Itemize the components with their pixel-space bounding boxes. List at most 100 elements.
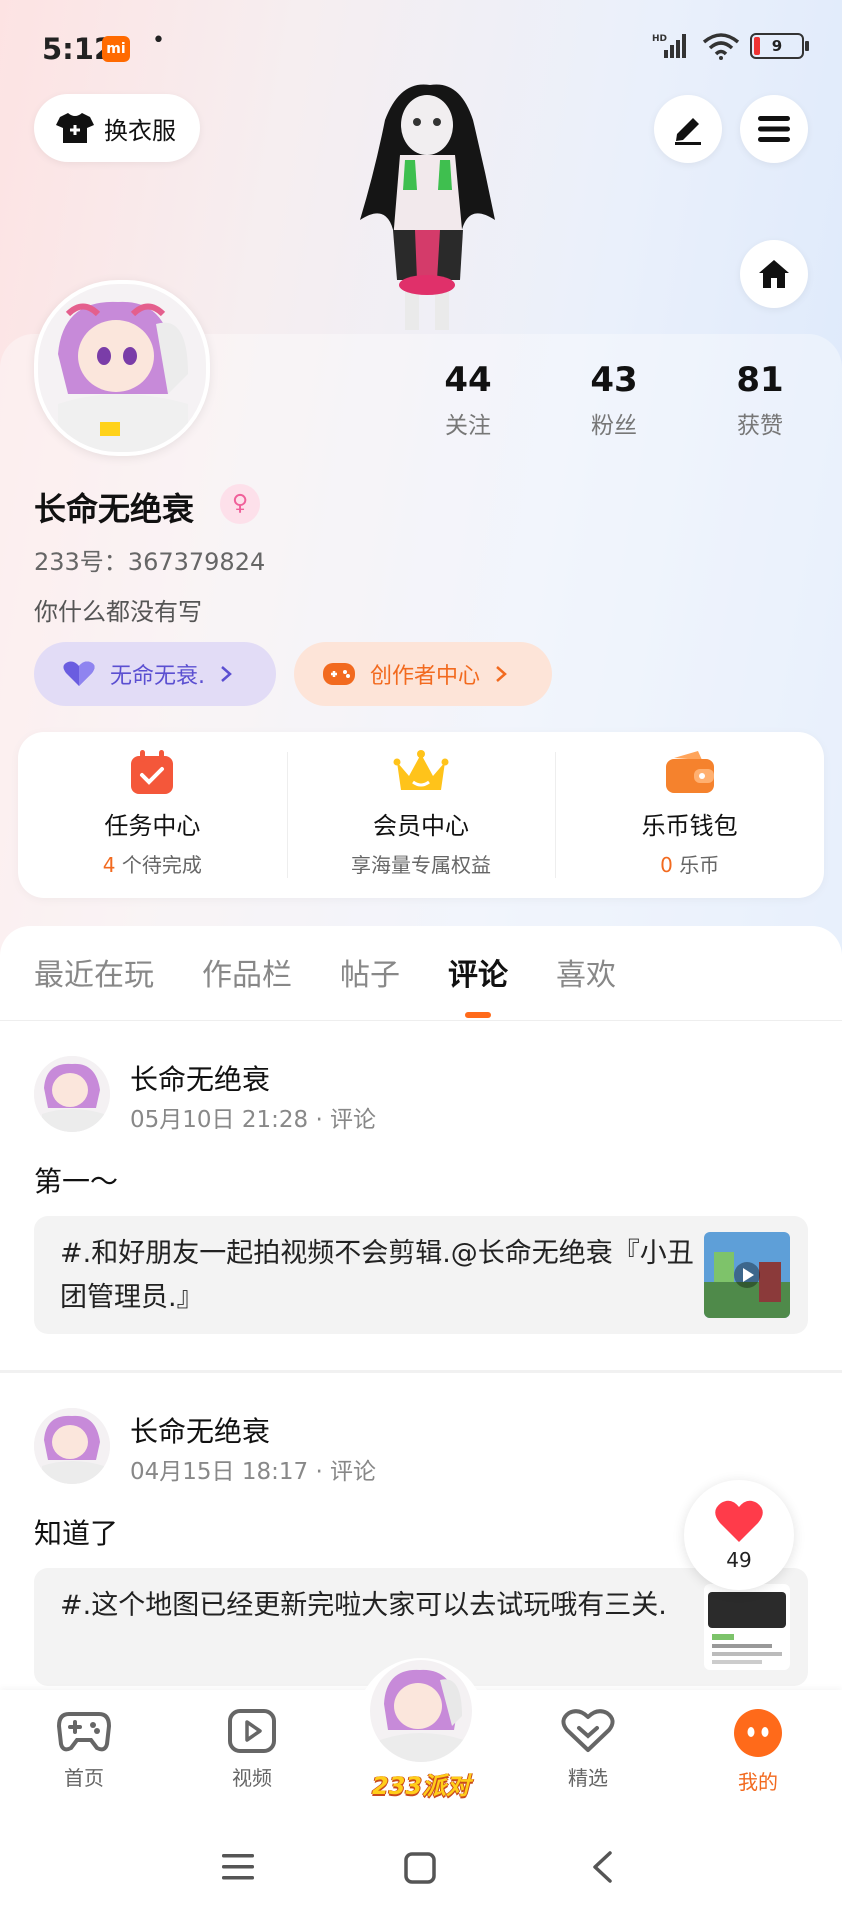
following-label: 关注 xyxy=(445,413,491,439)
nav-video-label: 视频 xyxy=(232,1766,272,1790)
back-icon[interactable] xyxy=(590,1850,614,1884)
gamepad-badge-icon xyxy=(323,663,355,685)
female-gender-icon: ♀ xyxy=(220,484,260,524)
coin-wallet-sub: 0 乐币 xyxy=(660,849,719,878)
crown-icon xyxy=(393,750,449,790)
creator-center-label: 创作者中心 xyxy=(370,664,481,689)
comment-text: 知道了 xyxy=(34,1517,119,1550)
profile-tabs: 最近在玩 作品栏 帖子 评论 喜欢 xyxy=(34,950,664,1018)
edit-profile-button[interactable] xyxy=(654,95,722,163)
nav-me-label: 我的 xyxy=(738,1770,778,1794)
likes-count: 81 xyxy=(736,360,784,400)
home-icon xyxy=(759,260,789,288)
like-count: 49 xyxy=(726,1548,752,1572)
mi-notification-icon: mi xyxy=(102,36,130,62)
battery-level: 9 xyxy=(771,37,783,55)
face-icon xyxy=(734,1709,782,1757)
profile-name: 长命无绝衰 xyxy=(34,490,195,528)
wifi-icon xyxy=(702,33,740,60)
nav-featured[interactable]: 精选 xyxy=(528,1708,648,1791)
avatar-thumbnail xyxy=(34,1408,110,1484)
heart-chevron-icon xyxy=(561,1709,615,1752)
comment-avatar[interactable] xyxy=(34,1056,110,1132)
quoted-video-thumbnail xyxy=(704,1232,790,1318)
nav-party-avatar[interactable] xyxy=(370,1660,472,1762)
task-center-entry[interactable]: 任务中心 4 个待完成 xyxy=(18,732,287,898)
member-center-title: 会员中心 xyxy=(373,812,469,840)
pen-icon xyxy=(675,118,701,145)
task-center-title: 任务中心 xyxy=(104,812,201,840)
stat-following[interactable]: 44 关注 xyxy=(408,360,528,440)
status-dot: • xyxy=(152,28,165,53)
quoted-post[interactable]: #.和好朋友一起拍视频不会剪辑.@长命无绝衰『小丑团管理员.』 xyxy=(34,1216,808,1334)
quick-access-card: 任务中心 4 个待完成 会员中心 享海量专属权益 乐币钱包 0 乐币 xyxy=(18,732,824,898)
task-pending-text: 个待完成 xyxy=(115,853,202,877)
tab-likes[interactable]: 喜欢 xyxy=(556,950,616,994)
battery-icon: 9 xyxy=(750,33,809,59)
comment-separator xyxy=(0,1370,842,1373)
tab-posts[interactable]: 帖子 xyxy=(340,950,400,994)
avatar-3d-figure[interactable] xyxy=(345,80,510,335)
comment-meta: 05月10日 21:28 · 评论 xyxy=(130,1107,377,1133)
comment-text: 第一～ xyxy=(34,1165,119,1198)
quoted-post-title: #.和好朋友一起拍视频不会剪辑.@长命无绝衰『小丑团管理员.』 xyxy=(60,1238,694,1313)
like-float-button[interactable]: 49 xyxy=(684,1480,794,1590)
party-avatar-image xyxy=(370,1660,472,1762)
tshirt-icon xyxy=(56,113,94,143)
change-outfit-button[interactable]: 换衣服 xyxy=(34,94,200,162)
stat-likes[interactable]: 81 获赞 xyxy=(700,360,820,440)
followers-label: 粉丝 xyxy=(591,413,637,439)
avatar-thumbnail xyxy=(34,1056,110,1132)
recent-apps-icon[interactable] xyxy=(222,1852,254,1882)
video-play-icon xyxy=(228,1709,276,1753)
chevron-right-icon xyxy=(496,666,507,682)
heart-badge-icon xyxy=(63,661,95,686)
creator-center-tag[interactable]: 创作者中心 xyxy=(294,642,552,706)
profile-bio[interactable]: 你什么都没有写 xyxy=(34,592,202,627)
home-button[interactable] xyxy=(740,240,808,308)
comment-author[interactable]: 长命无绝衰 xyxy=(130,1410,270,1450)
task-count: 4 xyxy=(102,853,116,877)
chevron-right-icon xyxy=(221,666,232,682)
quoted-post-thumbnail xyxy=(704,1584,790,1670)
profile-uid[interactable]: 233号：367379824 xyxy=(34,542,265,577)
avatar-image xyxy=(38,284,206,452)
tabs-divider xyxy=(0,1020,842,1021)
comment-avatar[interactable] xyxy=(34,1408,110,1484)
nav-home[interactable]: 首页 xyxy=(24,1708,144,1791)
heart-icon xyxy=(715,1500,763,1542)
tab-comments[interactable]: 评论 xyxy=(448,950,508,1018)
nav-home-label: 首页 xyxy=(64,1766,104,1790)
wallet-icon xyxy=(665,751,714,793)
member-center-sub: 享海量专属权益 xyxy=(351,853,491,877)
tab-recently-played[interactable]: 最近在玩 xyxy=(34,950,154,994)
followers-count: 43 xyxy=(590,360,638,400)
member-center-entry[interactable]: 会员中心 享海量专属权益 xyxy=(286,732,556,898)
gamepad-icon xyxy=(56,1712,112,1752)
quoted-post-title: #.这个地图已经更新完啦大家可以去试玩哦有三关. xyxy=(60,1590,667,1621)
menu-button[interactable] xyxy=(740,95,808,163)
signal-hd-label: HD xyxy=(652,34,667,44)
following-count: 44 xyxy=(444,360,492,400)
party-logo[interactable]: 233派对 xyxy=(372,1766,470,1801)
comment-meta: 04月15日 18:17 · 评论 xyxy=(130,1459,377,1485)
likes-label: 获赞 xyxy=(737,413,783,439)
coin-wallet-title: 乐币钱包 xyxy=(641,812,738,840)
task-center-sub: 4 个待完成 xyxy=(103,849,202,878)
coin-unit: 乐币 xyxy=(672,853,720,877)
stat-followers[interactable]: 43 粉丝 xyxy=(554,360,674,440)
nav-video[interactable]: 视频 xyxy=(192,1708,312,1791)
profile-avatar[interactable] xyxy=(34,280,210,456)
home-square-icon[interactable] xyxy=(404,1852,436,1884)
comment-author[interactable]: 长命无绝衰 xyxy=(130,1058,270,1098)
change-outfit-label: 换衣服 xyxy=(104,116,176,145)
menu-icon xyxy=(758,116,790,142)
coin-balance: 0 xyxy=(660,853,673,877)
fan-group-label: 无命无衰. xyxy=(110,664,205,689)
signal-icon: HD xyxy=(652,34,686,58)
nav-me[interactable]: 我的 xyxy=(698,1708,818,1795)
tab-works[interactable]: 作品栏 xyxy=(202,950,292,994)
coin-wallet-entry[interactable]: 乐币钱包 0 乐币 xyxy=(555,732,824,898)
calendar-check-icon xyxy=(131,750,174,794)
fan-group-tag[interactable]: 无命无衰. xyxy=(34,642,276,706)
